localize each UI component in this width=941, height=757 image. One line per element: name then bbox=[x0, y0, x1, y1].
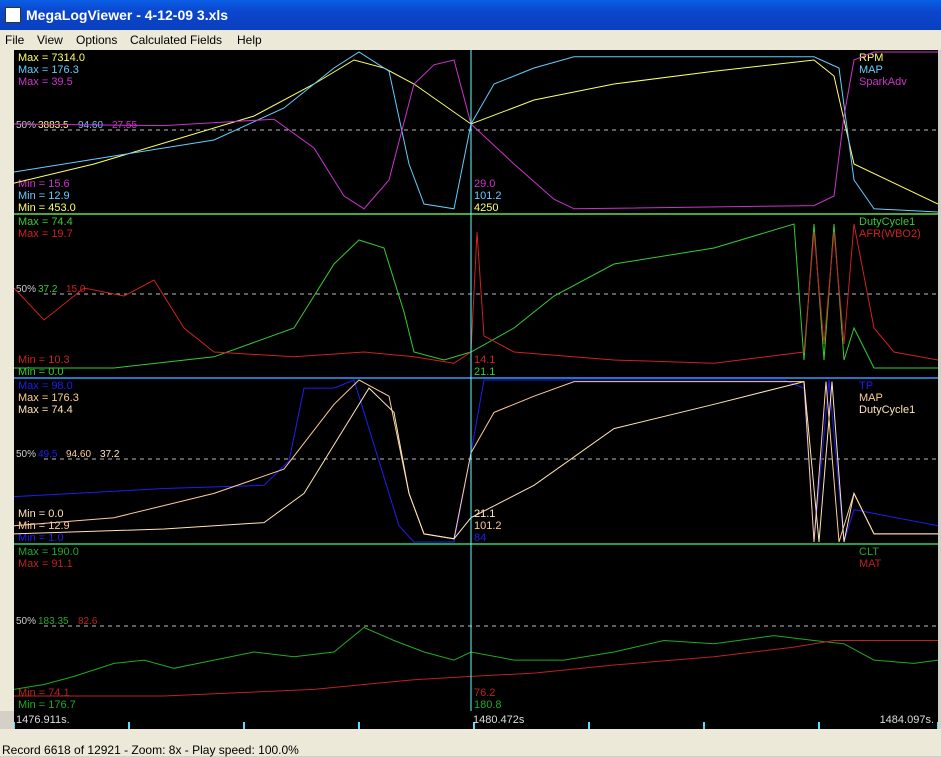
legend-entry: CLT bbox=[859, 546, 879, 558]
cursor-value: 21.1 bbox=[474, 366, 495, 378]
legend-entry: RPM bbox=[859, 52, 883, 64]
menu-file[interactable]: File bbox=[5, 33, 24, 47]
min-label: Min = 0.0 bbox=[18, 508, 64, 520]
mid-label: 50% bbox=[16, 616, 36, 627]
mid-label: 82.6 bbox=[78, 616, 98, 627]
max-label: Max = 176.3 bbox=[18, 64, 79, 76]
cursor-value: 14.1 bbox=[474, 354, 495, 366]
cursor-value: 76.2 bbox=[474, 687, 495, 699]
status-text: Record 6618 of 12921 - Zoom: 8x - Play s… bbox=[2, 743, 299, 757]
max-label: Max = 91.1 bbox=[18, 558, 73, 570]
cursor-value: 101.2 bbox=[474, 520, 502, 532]
mid-label: 94.60 bbox=[78, 120, 103, 131]
mid-label: 37.2 bbox=[100, 449, 120, 460]
min-label: Min = 453.0 bbox=[18, 202, 76, 214]
status-bar: Record 6618 of 12921 - Zoom: 8x - Play s… bbox=[0, 729, 941, 757]
legend-entry: DutyCycle1 bbox=[859, 404, 915, 416]
time-axis[interactable]: 1476.911s. 1480.472s 1484.097s. bbox=[13, 711, 939, 729]
legend-entry: SparkAdv bbox=[859, 76, 907, 88]
mid-label: 50% bbox=[16, 120, 36, 131]
max-label: Max = 176.3 bbox=[18, 392, 79, 404]
mid-label: 49.5 bbox=[38, 449, 58, 460]
mid-label: 183.35 bbox=[38, 616, 69, 627]
log-graphs[interactable]: Max = 7314.0Max = 176.3Max = 39.5Min = 1… bbox=[13, 50, 939, 711]
menu-bar: File View Options Calculated Fields Help bbox=[0, 30, 941, 50]
menu-help[interactable]: Help bbox=[237, 33, 262, 47]
max-label: Max = 190.0 bbox=[18, 546, 79, 558]
app-icon bbox=[5, 7, 21, 23]
cursor-value: 84 bbox=[474, 532, 486, 544]
left-scroll-strip[interactable] bbox=[0, 50, 15, 711]
min-label: Min = 176.7 bbox=[18, 699, 76, 711]
min-label: Min = 15.6 bbox=[18, 178, 70, 190]
max-label: Max = 98.0 bbox=[18, 380, 73, 392]
legend-entry: DutyCycle1 bbox=[859, 216, 915, 228]
legend-entry: MAP bbox=[859, 64, 883, 76]
time-cursor: 1480.472s bbox=[473, 714, 525, 726]
title-bar: MegaLogViewer - 4-12-09 3.xls bbox=[0, 0, 941, 30]
mid-label: 50% bbox=[16, 449, 36, 460]
cursor-value: 4250 bbox=[474, 202, 498, 214]
mid-label: 37.2 bbox=[38, 284, 58, 295]
mid-label: 3883.5 bbox=[38, 120, 69, 131]
legend-entry: MAT bbox=[859, 558, 882, 570]
trace-clt bbox=[13, 626, 939, 690]
time-end: 1484.097s. bbox=[880, 714, 934, 726]
menu-calculated-fields[interactable]: Calculated Fields bbox=[130, 33, 222, 47]
max-label: Max = 7314.0 bbox=[18, 52, 85, 64]
mid-label: 94.60 bbox=[66, 449, 91, 460]
max-label: Max = 39.5 bbox=[18, 76, 73, 88]
legend-entry: TP bbox=[859, 380, 873, 392]
time-start: 1476.911s. bbox=[16, 714, 70, 726]
cursor-value: 180.8 bbox=[474, 699, 502, 711]
cursor-value: 101.2 bbox=[474, 190, 502, 202]
max-label: Max = 74.4 bbox=[18, 404, 73, 416]
max-label: Max = 19.7 bbox=[18, 228, 73, 240]
window-title: MegaLogViewer - 4-12-09 3.xls bbox=[26, 7, 229, 23]
legend-entry: MAP bbox=[859, 392, 883, 404]
cursor-value: 29.0 bbox=[474, 178, 495, 190]
min-label: Min = 10.3 bbox=[18, 354, 70, 366]
legend-entry: AFR(WBO2) bbox=[859, 228, 921, 240]
max-label: Max = 74.4 bbox=[18, 216, 73, 228]
time-axis-graphic: 1476.911s. 1480.472s 1484.097s. bbox=[13, 714, 939, 729]
min-label: Min = 74.1 bbox=[18, 687, 70, 699]
log-plot-area[interactable]: Max = 7314.0 Max = 176.3 Max = 39.5 Min = 1… bbox=[13, 50, 939, 711]
menu-view[interactable]: View bbox=[37, 33, 63, 47]
min-label: Min = 12.9 bbox=[18, 190, 70, 202]
menu-options[interactable]: Options bbox=[76, 33, 117, 47]
